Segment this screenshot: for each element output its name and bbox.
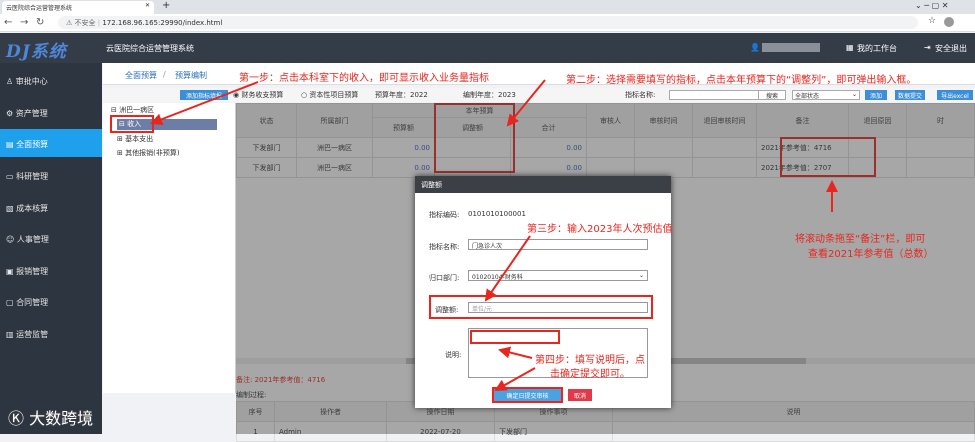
annotation-arrows [150,79,838,391]
step1-note: 第一步：点击本科室下的收入，即可显示收入业务量指标 [239,73,489,84]
remark-note-b: 查看2021年参考值（总数） [808,249,934,260]
watermark: Ⓚ 大数跨境 [8,405,93,429]
step3-note: 第三步：输入2023年人次预估值 [527,224,673,235]
watermark-text: 大数跨境 [29,409,94,428]
watermark-logo-icon: Ⓚ [8,409,30,428]
step4-note-a: 第四步：填写说明后，点 [535,355,645,366]
step2-note: 第二步：选择需要填写的指标，点击本年预算下的“调整列”，即可弹出输入框。 [566,75,917,86]
remark-note-a: 将滚动条拖至“备注”栏，即可 [795,234,926,245]
step4-note-b: 击确定提交即可。 [550,369,630,380]
